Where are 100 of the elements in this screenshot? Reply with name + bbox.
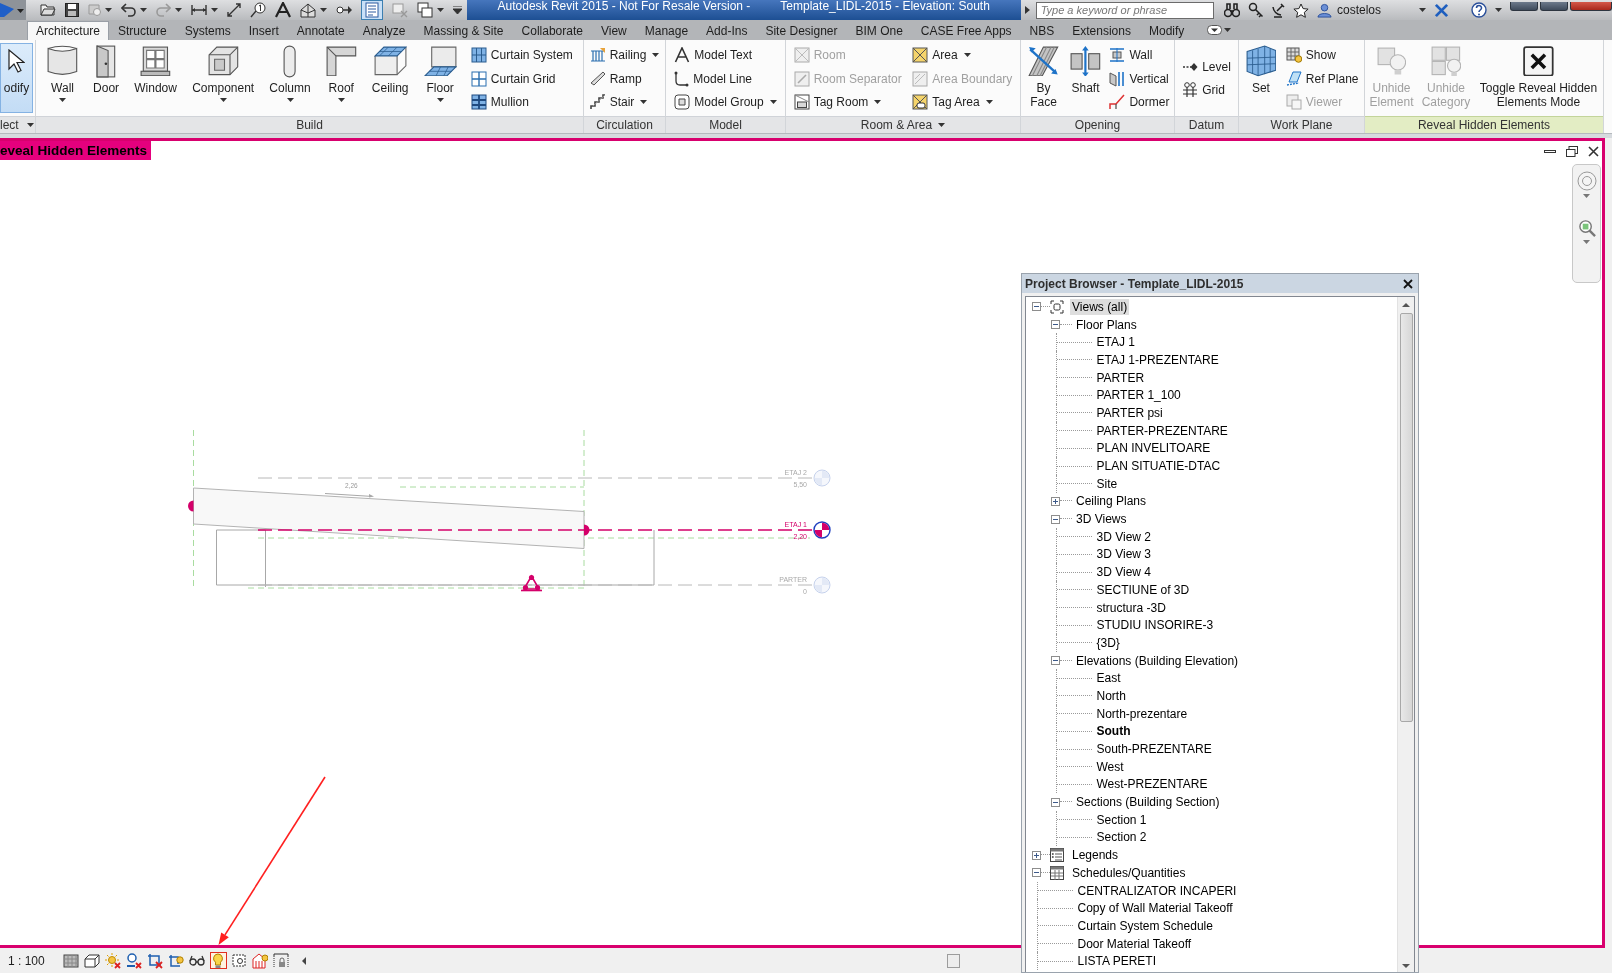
tree-item[interactable]: structura -3D [1094,599,1168,616]
user-icon[interactable] [1316,2,1332,18]
undo-icon[interactable] [121,3,136,17]
circle-crossed-icon[interactable] [126,952,143,969]
ribbon-tab[interactable]: View [591,21,636,40]
close-icon[interactable] [1588,146,1599,157]
glasses-icon[interactable] [189,955,206,966]
star-icon[interactable] [1292,2,1309,18]
collapse-icon[interactable] [1032,868,1041,878]
lines-toggle-button[interactable] [361,0,383,20]
ribbon-tab[interactable]: Collaborate [512,21,592,40]
tree-item[interactable]: STUDIU INSORIRE-3 [1094,617,1216,634]
ribbon-tab[interactable]: Architecture [27,21,110,40]
ribbon-button[interactable]: Curtain System [467,43,576,67]
letter-a-icon[interactable] [275,2,291,18]
tree-item[interactable]: South [1094,723,1133,740]
scrollbar-thumb[interactable] [1399,313,1413,722]
x-logo-icon[interactable] [1434,2,1449,18]
tree-item[interactable]: {3D} [1094,634,1122,651]
help-icon[interactable] [1471,2,1487,18]
collapse-icon[interactable] [1032,302,1041,312]
view-scale[interactable]: 1 : 100 [8,953,45,968]
crop-bulb-icon[interactable] [168,954,185,967]
tree-item[interactable]: PARTER psi [1094,404,1165,421]
ribbon-tab[interactable]: Massing & Site [414,21,513,40]
tree-item[interactable]: PLAN INVELITOARE [1094,440,1213,457]
tree-item[interactable]: SECTIUNE of 3D [1094,581,1192,598]
tree-item[interactable]: Section 1 [1094,811,1149,828]
toggle-caret-icon[interactable] [1207,25,1232,35]
ribbon-button[interactable]: Tag Room [790,90,905,114]
tree-item[interactable]: South-PREZENTARE [1094,741,1214,758]
scrollbar-track[interactable] [1397,297,1414,972]
collapse-icon[interactable] [1051,656,1060,666]
tree-item[interactable]: West-PREZENTARE [1094,776,1210,793]
app-menu-icon[interactable] [0,0,26,20]
ribbon-button[interactable]: Wall [43,43,82,103]
tree-item[interactable]: PLAN SITUATIE-DTAC [1094,458,1223,475]
ribbon-button[interactable]: Tag Area [909,90,1016,114]
tree-item[interactable]: LISTA PERETI [1075,953,1158,970]
tree-item[interactable]: Elevations (Building Elevation) [1074,652,1241,669]
ribbon-button[interactable]: Window [130,43,181,96]
ribbon-button[interactable]: Show [1282,43,1362,67]
tree-item[interactable]: PARTER [1094,369,1147,386]
tree-item[interactable]: PARTER 1_100 [1094,387,1183,404]
measure-icon[interactable] [191,4,207,16]
collapse-icon[interactable] [1051,320,1060,330]
tree-item[interactable]: PARTER-PREZENTARE [1094,422,1230,439]
reveal-hidden-button[interactable] [209,952,227,969]
ribbon-button[interactable]: Ramp [586,66,663,91]
tree-item[interactable]: 3D View 4 [1094,564,1153,581]
ribbon-tab[interactable]: BIM One [846,21,912,40]
cube-icon[interactable] [84,953,101,968]
ribbon-button[interactable]: Component [188,43,259,103]
ribbon-button[interactable]: Level [1179,55,1234,79]
drag-handle[interactable] [188,500,194,512]
tree-item[interactable]: Sections (Building Section) [1074,794,1222,811]
sun-crossed-icon[interactable] [105,952,122,969]
ribbon-button[interactable]: Set [1241,43,1281,96]
level-head-icon[interactable] [813,521,831,539]
tree-item[interactable]: North-prezentare [1094,705,1190,722]
tree-item[interactable]: Curtain System Schedule [1075,917,1215,934]
ribbon-button[interactable]: Floor [419,43,461,103]
ribbon-tab[interactable]: Annotate [287,21,354,40]
caret-icon[interactable] [938,123,946,127]
tree-item[interactable]: Copy of Wall Material Takeoff [1075,900,1235,917]
caret-icon[interactable] [211,8,218,12]
caret-icon[interactable] [105,8,112,12]
ribbon-tab[interactable]: Modify [1139,21,1194,40]
dashed-frame-icon[interactable] [232,954,247,967]
ribbon-button[interactable]: Ceiling [367,43,413,96]
ribbon-button[interactable]: Vertical [1106,66,1173,91]
ribbon-button[interactable]: By Face [1022,43,1065,110]
ribbon-button[interactable]: Model Group [671,90,780,114]
ribbon-button[interactable]: Door [89,43,124,96]
caret-icon[interactable] [1495,8,1502,12]
open-folder-icon[interactable] [40,4,56,16]
ribbon-button[interactable]: Dormer [1106,90,1173,114]
collapse-icon[interactable] [1051,514,1060,524]
tree-item[interactable]: 3D View 2 [1094,528,1153,545]
caret-icon[interactable] [437,8,444,12]
ribbon-button[interactable]: Model Line [671,66,780,91]
minimize-icon[interactable] [1544,150,1556,153]
tree-item[interactable]: Floor Plans [1074,316,1139,333]
ribbon-button[interactable]: Grid [1179,78,1234,102]
tree-item[interactable]: Views (all) [1070,298,1130,315]
overlapping-windows-icon[interactable] [417,2,433,18]
tree-item[interactable]: West [1094,758,1126,775]
ribbon-tab[interactable]: Insert [239,21,288,40]
ribbon-tab[interactable]: Extensions [1063,21,1140,40]
tree-item[interactable]: Schedules/Quantities [1070,864,1188,881]
tree-item[interactable]: ETAJ 1 [1094,334,1137,351]
drag-handle[interactable] [584,524,590,536]
ribbon-button[interactable]: Roof [321,43,361,103]
ribbon-button[interactable]: Model Text [671,43,780,67]
tree-item[interactable]: ETAJ 1-PREZENTARE [1094,351,1221,368]
ribbon-button[interactable]: Stair [586,90,663,114]
ribbon-button[interactable]: Railing [586,43,663,67]
ribbon-tab[interactable]: Manage [635,21,698,40]
ribbon-button[interactable]: Shaft [1066,43,1105,96]
menu-caret-icon[interactable] [453,6,462,14]
